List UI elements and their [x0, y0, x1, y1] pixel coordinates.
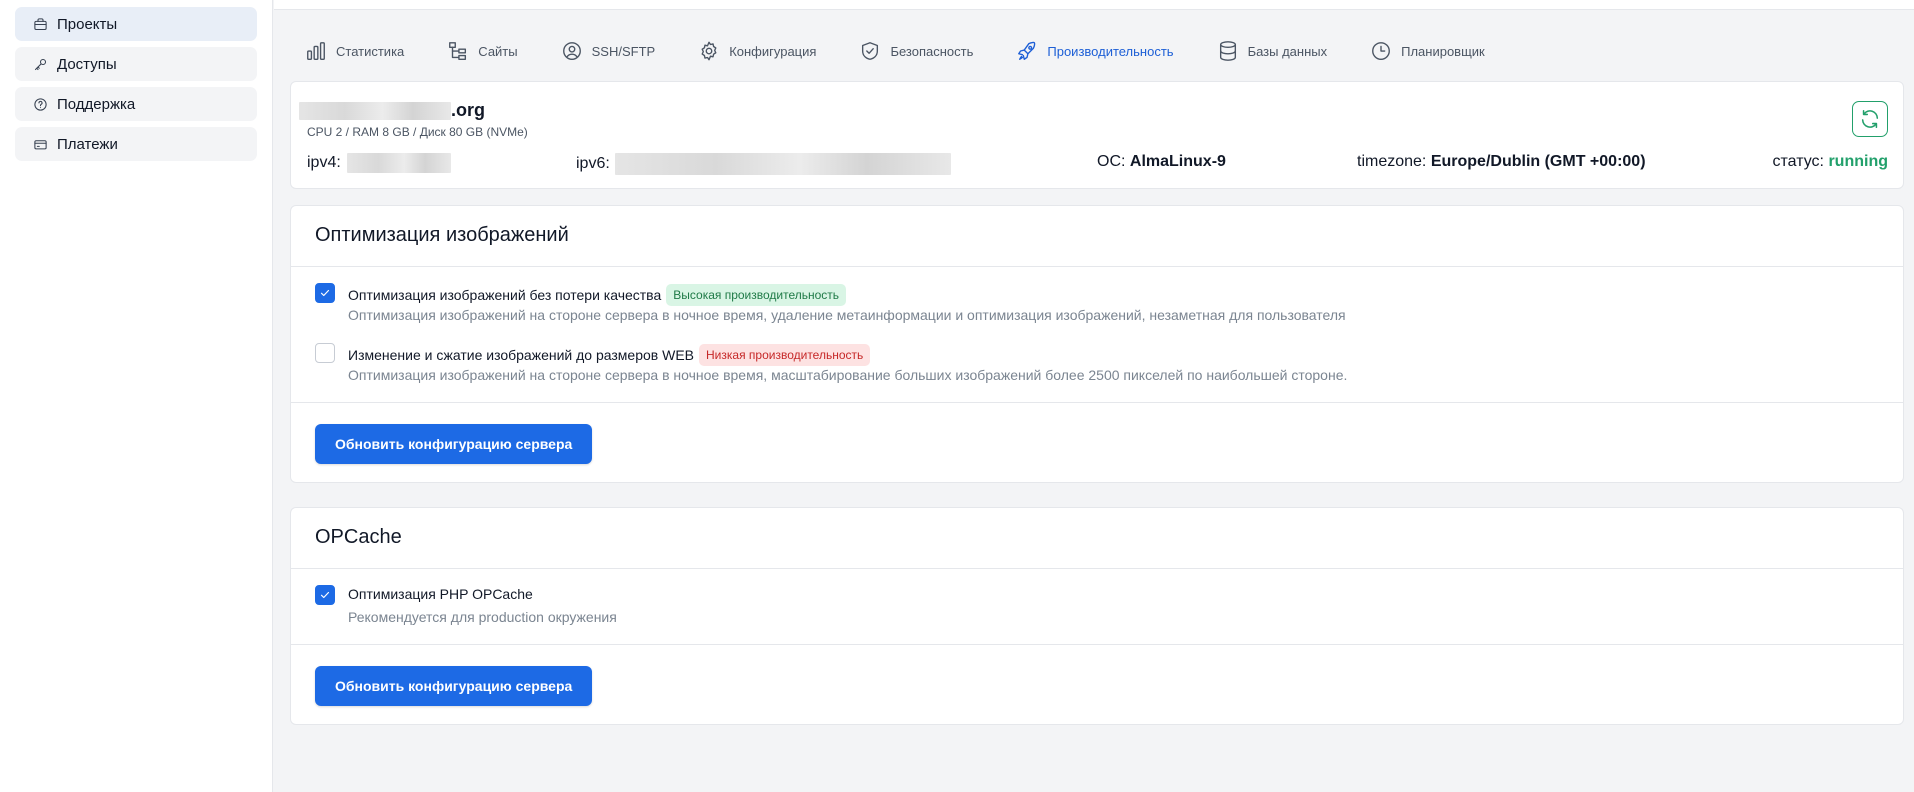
- update-server-config-button[interactable]: Обновить конфигурацию сервера: [315, 666, 593, 706]
- database-icon: [1216, 39, 1240, 63]
- check-icon: [320, 591, 330, 599]
- performance-badge: Низкая производительность: [699, 344, 871, 366]
- os-field: ОС: AlmaLinux-9: [1097, 153, 1226, 171]
- tab-label: Сайты: [478, 43, 518, 59]
- server-info-card: .org CPU 2 / RAM 8 GB / Диск 80 GB (NVMe…: [290, 81, 1904, 189]
- main-content: Статистика Сайты SSH/SFTP Конфигурация Б…: [274, 0, 1914, 792]
- sidebar-item-projects[interactable]: Проекты: [15, 7, 257, 41]
- ipv4-field: ipv4:: [307, 153, 451, 173]
- option-label-row: Оптимизация PHP OPCache: [348, 586, 533, 602]
- tab-ssh-sftp[interactable]: SSH/SFTP: [560, 39, 656, 63]
- option-description: Оптимизация изображений на стороне серве…: [348, 367, 1348, 383]
- status-field: статус: running: [1773, 153, 1888, 171]
- timezone-label: timezone:: [1357, 153, 1427, 170]
- option-label-row: Оптимизация изображений без потери качес…: [348, 284, 847, 306]
- rocket-icon: [1015, 39, 1039, 63]
- tab-label: Производительность: [1047, 43, 1174, 59]
- server-specs: CPU 2 / RAM 8 GB / Диск 80 GB (NVMe): [307, 125, 528, 139]
- gear-icon: [697, 39, 721, 63]
- briefcase-icon: [31, 15, 49, 33]
- tab-label: Планировщик: [1401, 43, 1485, 59]
- sidebar-item-label: Доступы: [57, 55, 117, 73]
- web-resize-checkbox[interactable]: [315, 343, 335, 363]
- sidebar-item-support[interactable]: Поддержка: [15, 87, 257, 121]
- check-icon: [320, 289, 330, 297]
- ipv6-field: ipv6:: [576, 153, 951, 175]
- sidebar-item-label: Поддержка: [57, 95, 136, 113]
- ipv4-label: ipv4:: [307, 154, 341, 171]
- timezone-value: Europe/Dublin (GMT +00:00): [1430, 153, 1646, 170]
- section-title: Оптимизация изображений: [315, 224, 569, 246]
- sidebar-item-label: Проекты: [57, 15, 118, 33]
- os-value: AlmaLinux-9: [1129, 153, 1226, 170]
- sidebar-item-access[interactable]: Доступы: [15, 47, 257, 81]
- tab-label: Безопасность: [890, 43, 974, 59]
- sidebar-item-payments[interactable]: Платежи: [15, 127, 257, 161]
- ipv6-label: ipv6:: [576, 155, 610, 172]
- divider: [291, 402, 1903, 403]
- section-title: OPCache: [315, 526, 402, 548]
- divider: [291, 568, 1903, 569]
- divider: [291, 644, 1903, 645]
- option-label: Оптимизация PHP OPCache: [348, 586, 533, 602]
- shield-check-icon: [858, 39, 882, 63]
- tab-label: Конфигурация: [729, 43, 817, 59]
- tab-label: SSH/SFTP: [591, 43, 656, 59]
- timezone-field: timezone: Europe/Dublin (GMT +00:00): [1357, 153, 1646, 171]
- redacted-ipv6: [614, 153, 951, 175]
- bar-chart-icon: [304, 39, 328, 63]
- tab-databases[interactable]: Базы данных: [1216, 39, 1328, 63]
- status-value: running: [1828, 153, 1888, 170]
- update-server-config-button[interactable]: Обновить конфигурацию сервера: [315, 424, 593, 464]
- user-circle-icon: [560, 39, 584, 63]
- tab-bar: Статистика Сайты SSH/SFTP Конфигурация Б…: [304, 38, 1527, 64]
- clock-icon: [1369, 39, 1393, 63]
- tab-scheduler[interactable]: Планировщик: [1369, 39, 1485, 63]
- tab-sites[interactable]: Сайты: [446, 39, 518, 63]
- sidebar: Проекты Доступы Поддержка Платежи: [0, 0, 273, 792]
- tab-performance[interactable]: Производительность: [1015, 39, 1174, 63]
- option-label: Оптимизация изображений без потери качес…: [348, 287, 662, 303]
- image-optimization-card: Оптимизация изображений Оптимизация изоб…: [290, 205, 1904, 483]
- os-label: ОС:: [1097, 153, 1126, 170]
- tab-configuration[interactable]: Конфигурация: [697, 39, 816, 63]
- key-icon: [31, 55, 49, 73]
- sitemap-icon: [446, 39, 470, 63]
- server-domain: .org: [299, 100, 485, 121]
- lossless-optimization-checkbox[interactable]: [315, 283, 335, 303]
- performance-badge: Высокая производительность: [666, 284, 847, 306]
- tab-statistics[interactable]: Статистика: [304, 39, 404, 63]
- redacted-domain: [299, 101, 451, 120]
- tab-label: Базы данных: [1247, 43, 1328, 59]
- credit-card-icon: [31, 135, 49, 153]
- tab-label: Статистика: [336, 43, 405, 59]
- top-strip: [274, 0, 1914, 10]
- status-label: статус:: [1772, 153, 1824, 170]
- sidebar-item-label: Платежи: [57, 135, 118, 153]
- opcache-card: OPCache Оптимизация PHP OPCache Рекоменд…: [290, 507, 1904, 725]
- tab-security[interactable]: Безопасность: [858, 39, 973, 63]
- option-label: Изменение и сжатие изображений до размер…: [348, 347, 695, 363]
- option-label-row: Изменение и сжатие изображений до размер…: [348, 344, 871, 366]
- domain-suffix: .org: [451, 100, 485, 120]
- option-description: Оптимизация изображений на стороне серве…: [348, 307, 1346, 323]
- help-circle-icon: [31, 95, 49, 113]
- refresh-icon: [1861, 109, 1879, 129]
- php-opcache-checkbox[interactable]: [315, 585, 335, 605]
- option-description: Рекомендуется для production окружения: [348, 609, 617, 625]
- refresh-button[interactable]: [1852, 101, 1888, 137]
- redacted-ipv4: [346, 153, 451, 173]
- divider: [291, 266, 1903, 267]
